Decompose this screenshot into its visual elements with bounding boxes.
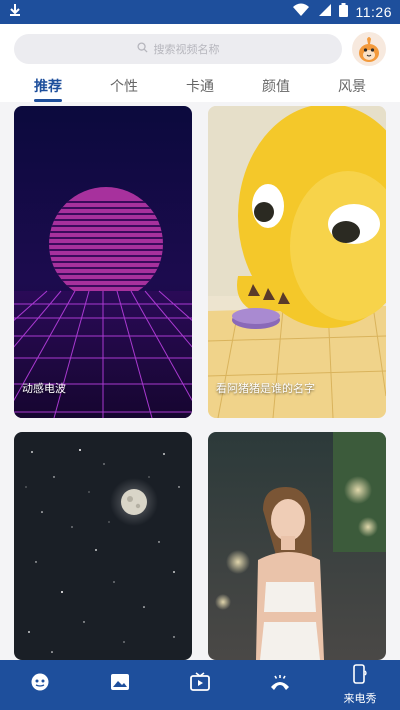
video-caption: 看阿猪猪是谁的名字 <box>216 382 315 395</box>
avatar[interactable] <box>352 32 386 66</box>
video-card[interactable] <box>14 432 192 660</box>
status-time: 11:26 <box>355 4 392 20</box>
tab-cartoon[interactable]: 卡通 <box>186 76 214 100</box>
category-tabs: 推荐 个性 卡通 颜值 风景 <box>0 74 400 102</box>
nav-caller-show[interactable]: 来电秀 <box>320 660 400 710</box>
search-placeholder: 搜索视频名称 <box>153 43 220 56</box>
cartoon-dino-thumbnail <box>208 106 386 418</box>
nav-ringtone[interactable] <box>240 660 320 710</box>
phone-ring-icon <box>269 673 291 695</box>
video-card[interactable]: 看阿猪猪是谁的名字 <box>208 106 386 418</box>
synthwave-thumbnail <box>14 106 192 418</box>
download-icon <box>8 3 22 21</box>
status-bar: 11:26 <box>0 0 400 24</box>
phone-device-icon <box>352 664 368 688</box>
tab-scenery[interactable]: 风景 <box>338 76 366 100</box>
wifi-icon <box>292 3 309 21</box>
video-caption: 动感电波 <box>22 382 66 395</box>
search-row: 搜索视频名称 <box>0 24 400 74</box>
tab-recommend[interactable]: 推荐 <box>34 76 62 102</box>
nav-wallpaper[interactable] <box>80 660 160 710</box>
search-input[interactable]: 搜索视频名称 <box>14 34 342 64</box>
nav-home[interactable] <box>0 660 80 710</box>
portrait-thumbnail <box>208 432 386 660</box>
tv-icon <box>190 672 210 696</box>
night-sky-thumbnail <box>14 432 192 660</box>
video-card[interactable]: 动感电波 <box>14 106 192 418</box>
nav-label: 来电秀 <box>343 692 377 705</box>
signal-icon <box>317 3 331 21</box>
image-icon <box>110 673 130 695</box>
face-icon <box>30 672 50 696</box>
tab-personality[interactable]: 个性 <box>110 76 138 100</box>
tab-looks[interactable]: 颜值 <box>262 76 290 100</box>
search-icon <box>136 42 148 56</box>
battery-icon <box>338 3 348 21</box>
bottom-nav: 来电秀 <box>0 660 400 710</box>
nav-video[interactable] <box>160 660 240 710</box>
video-card[interactable] <box>208 432 386 660</box>
